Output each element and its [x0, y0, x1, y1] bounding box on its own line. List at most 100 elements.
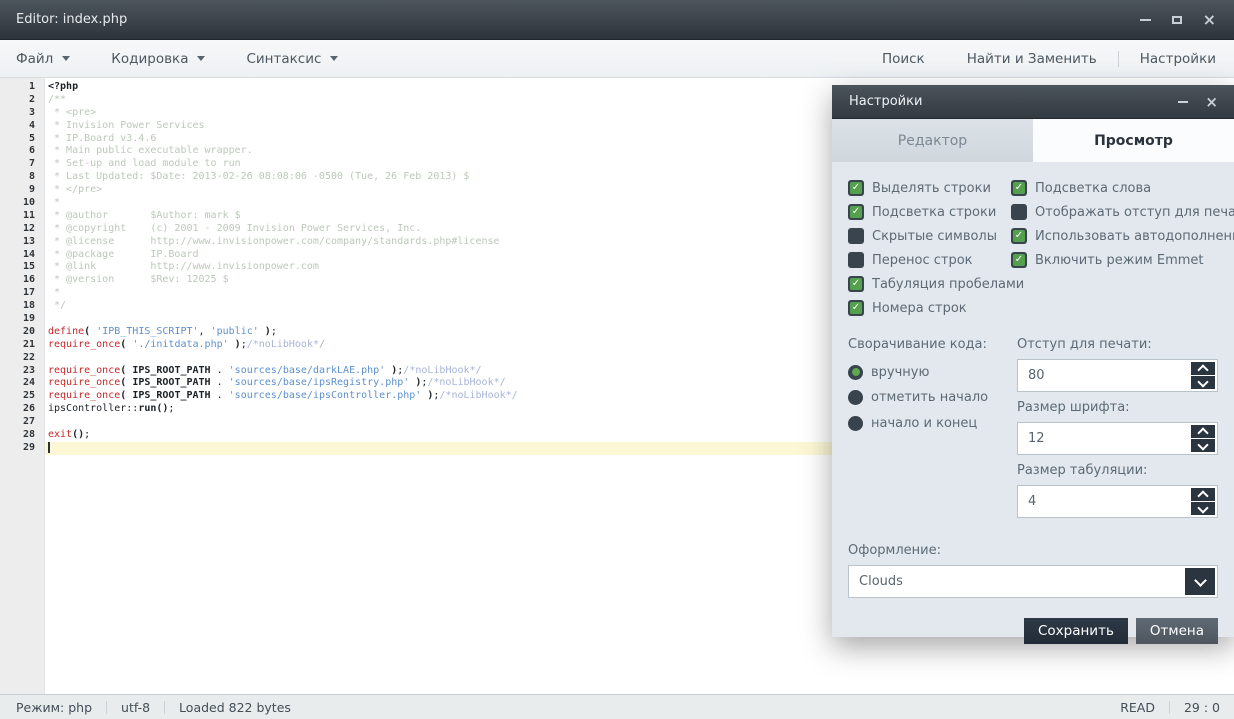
checkbox-unchecked[interactable] — [848, 228, 864, 244]
line-number: 9 — [0, 184, 44, 197]
dialog-controls: × — [1178, 95, 1218, 109]
line-number: 11 — [0, 210, 44, 223]
number-value: 4 — [1028, 494, 1036, 509]
code-token: 'IPB_THIS_SCRIPT' — [96, 326, 198, 337]
tab-editor[interactable]: Редактор — [832, 119, 1033, 162]
checkbox-checked[interactable]: ✓ — [848, 204, 864, 220]
menu-item-Поиск[interactable]: Поиск — [861, 40, 946, 77]
checkbox-label: Подсветка строки — [872, 205, 996, 220]
maximize-icon[interactable] — [1172, 16, 1182, 24]
code-token: ipsController:: — [48, 403, 138, 414]
code-token: './initdata.php' — [132, 339, 228, 350]
code-token: * @license http://www.invisionpower.com/… — [48, 236, 500, 247]
code-token: * Main public executable wrapper. — [48, 145, 253, 156]
radio-label: начало и конец — [871, 416, 977, 431]
checkbox-checked[interactable]: ✓ — [1011, 228, 1027, 244]
checkbox-row: Отображать отступ для печати — [1011, 200, 1234, 224]
checkbox-checked[interactable]: ✓ — [1011, 180, 1027, 196]
line-number: 19 — [0, 313, 44, 326]
dialog-titlebar: Настройки × — [832, 85, 1234, 119]
checkbox-label: Отображать отступ для печати — [1035, 205, 1234, 220]
number-input[interactable]: 12 — [1017, 422, 1218, 455]
number-input[interactable]: 4 — [1017, 485, 1218, 518]
dialog-close-icon[interactable]: × — [1205, 95, 1218, 109]
dialog-actions: Сохранить Отмена — [848, 618, 1218, 644]
dialog-title: Настройки — [849, 94, 922, 109]
code-token: require_once — [48, 339, 120, 350]
checkmark-icon: ✓ — [850, 206, 862, 218]
spin-down-button[interactable] — [1191, 502, 1215, 515]
code-token: 'sources/base/ipsRegistry.php' — [229, 377, 410, 388]
checkmark-icon: ✓ — [1013, 230, 1025, 242]
checkbox-label: Включить режим Emmet — [1035, 253, 1204, 268]
checkbox-row: ✓Табуляция пробелами — [848, 272, 1011, 296]
theme-dropdown-button[interactable] — [1185, 568, 1215, 595]
code-token: * </pre> — [48, 184, 102, 195]
dialog-minimize-icon[interactable] — [1178, 101, 1188, 103]
number-input[interactable]: 80 — [1017, 359, 1218, 392]
line-number: 6 — [0, 145, 44, 158]
spin-up-button[interactable] — [1191, 362, 1215, 375]
code-token: . — [211, 365, 229, 376]
close-icon[interactable]: × — [1203, 12, 1216, 28]
code-token: * @package IP.Board — [48, 249, 199, 260]
checkbox-unchecked[interactable] — [848, 252, 864, 268]
radio-unselected[interactable] — [848, 416, 863, 431]
code-token: define — [48, 326, 84, 337]
dialog-tabs: Редактор Просмотр — [832, 119, 1234, 162]
menu-item-Кодировка[interactable]: Кодировка — [111, 40, 205, 77]
spin-up-button[interactable] — [1191, 488, 1215, 501]
menu-item-Настройки[interactable]: Настройки — [1119, 40, 1216, 77]
theme-select[interactable]: Clouds — [848, 565, 1218, 598]
chevron-down-icon — [1197, 502, 1208, 513]
menu-item-Найти и Заменить[interactable]: Найти и Заменить — [946, 40, 1118, 77]
checkbox-row: ✓ Номера строк — [848, 296, 1011, 320]
code-token: * Invision Power Services — [48, 120, 205, 131]
checkbox-unchecked[interactable] — [1011, 204, 1027, 220]
checkbox-label: Скрытые символы — [872, 229, 997, 244]
line-number: 3 — [0, 107, 44, 120]
number-field: Отступ для печати:80 — [1017, 337, 1218, 392]
checkbox-checked[interactable]: ✓ — [848, 300, 864, 316]
theme-selected-value: Clouds — [859, 574, 903, 589]
checkbox-checked[interactable]: ✓ — [848, 276, 864, 292]
code-token: * <pre> — [48, 107, 96, 118]
line-number: 23 — [0, 365, 44, 378]
number-fields: Отступ для печати:80Размер шрифта:12Разм… — [1017, 337, 1218, 526]
radio-unselected[interactable] — [848, 390, 863, 405]
code-token: ; — [271, 326, 277, 337]
checkbox-checked[interactable]: ✓ — [1011, 252, 1027, 268]
checkbox-row: ✓Использовать автодополнение — [1011, 224, 1234, 248]
code-token: * @copyright (c) 2001 - 2009 Invision Po… — [48, 223, 421, 234]
radio-selected[interactable] — [848, 365, 863, 380]
line-number: 24 — [0, 377, 44, 390]
chevron-down-icon — [1194, 574, 1207, 587]
checkbox-label: Подсветка слова — [1035, 181, 1151, 196]
radio-dot — [852, 368, 860, 376]
dialog-body: ✓Выделять строки✓Подсветка строкиСкрытые… — [832, 162, 1234, 644]
radio-row: начало и конец — [848, 411, 1017, 436]
spin-up-button[interactable] — [1191, 425, 1215, 438]
save-button[interactable]: Сохранить — [1024, 618, 1128, 644]
line-number: 13 — [0, 236, 44, 249]
checkbox-label: Номера строк — [872, 301, 967, 316]
cancel-button[interactable]: Отмена — [1136, 618, 1218, 644]
checkbox-row: ✓ Подсветка строки — [848, 200, 1011, 224]
code-token: require_once — [48, 365, 120, 376]
status-item: READ — [1106, 700, 1169, 715]
menu-item-label: Файл — [16, 51, 53, 67]
code-token: 'sources/base/darkLAE.php' — [229, 365, 386, 376]
window-controls: × — [1140, 0, 1216, 40]
code-token: * @author $Author: mark $ — [48, 210, 241, 221]
radio-label: вручную — [871, 365, 929, 380]
checkbox-column-right: ✓ Подсветка слова Отображать отступ для пе… — [1011, 176, 1234, 320]
minimize-icon[interactable] — [1140, 19, 1151, 21]
spin-down-button[interactable] — [1191, 376, 1215, 389]
spin-down-button[interactable] — [1191, 439, 1215, 452]
code-token: () — [72, 429, 84, 440]
tab-view[interactable]: Просмотр — [1033, 119, 1234, 162]
code-folding-options: вручнуюотметить началоначало и конец — [848, 360, 1017, 436]
checkbox-checked[interactable]: ✓ — [848, 180, 864, 196]
menu-item-Синтаксис[interactable]: Синтаксис — [246, 40, 338, 77]
menu-item-Файл[interactable]: Файл — [16, 40, 70, 77]
